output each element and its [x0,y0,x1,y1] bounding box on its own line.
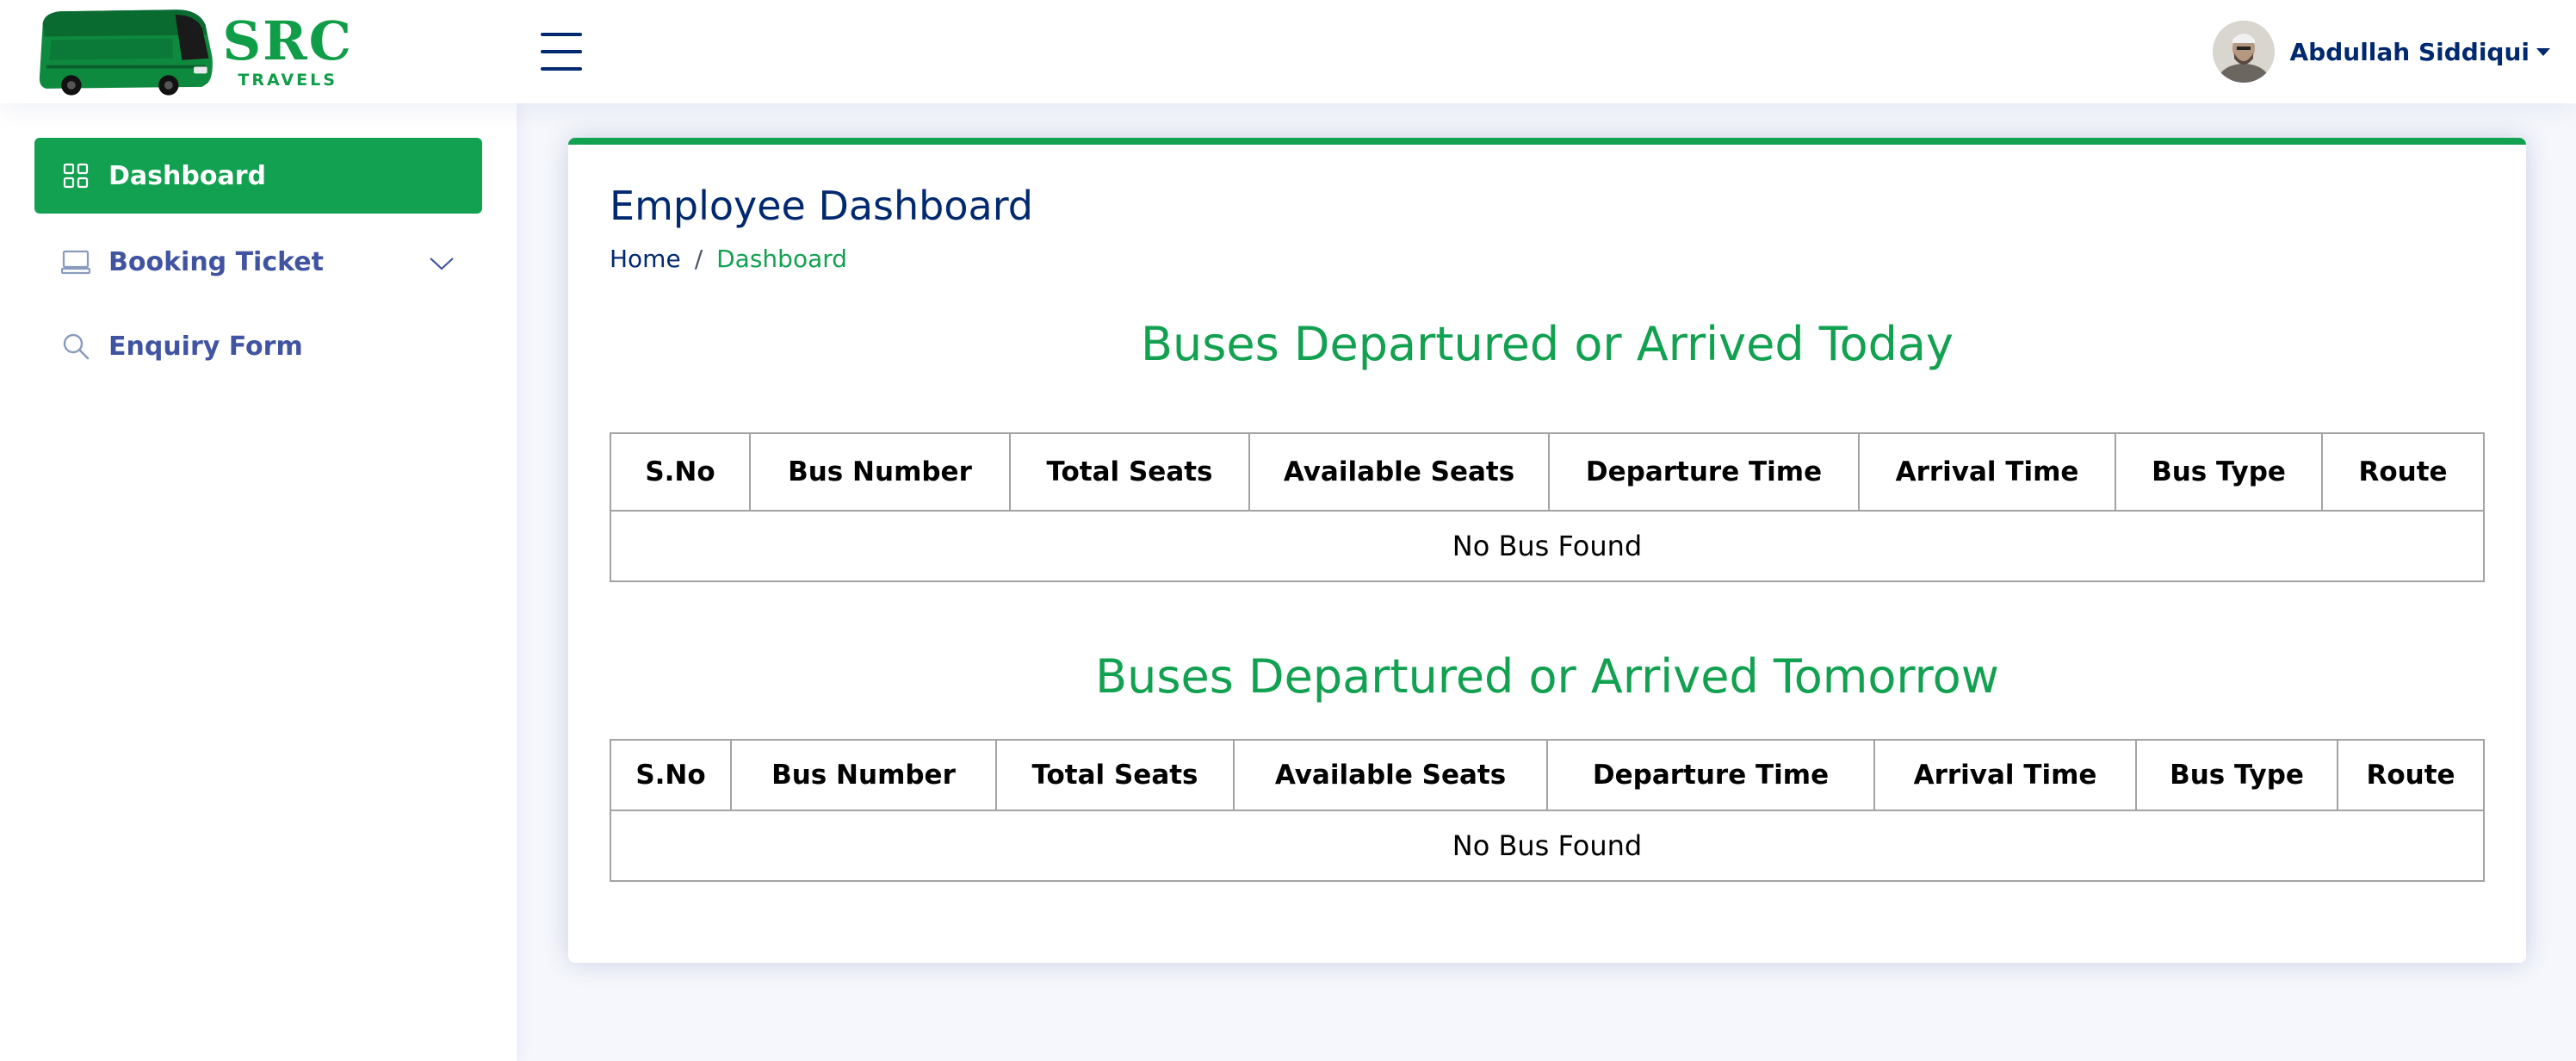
avatar [2212,21,2275,83]
caret-down-icon [2536,47,2550,56]
breadcrumb-current: Dashboard [716,245,848,273]
sidebar-item-label: Dashboard [108,160,266,191]
column-header[interactable]: Route [2337,739,2485,811]
page-title: Employee Dashboard [610,183,1034,229]
bus-logo-icon [39,9,213,96]
column-header[interactable]: Available Seats [1248,432,1550,512]
brand-subtitle: TRAVELS [238,71,337,90]
user-profile-menu[interactable]: Abdullah Siddiqui [2212,19,2550,84]
search-icon [60,331,91,362]
menu-bar [541,33,582,36]
menu-bar [541,50,582,53]
column-header[interactable]: Available Seats [1233,739,1548,811]
table-header-row: S.No Bus Number Total Seats Available Se… [610,739,2485,811]
breadcrumb-home-link[interactable]: Home [610,245,681,273]
empty-state-message: No Bus Found [610,810,2485,882]
menu-bar [541,67,582,71]
section-title-tomorrow: Buses Departured or Arrived Tomorrow [1095,649,1999,704]
brand-text: SRC TRAVELS [222,14,353,90]
column-header[interactable]: Bus Number [749,432,1011,512]
sidebar-item-enquiry-form[interactable]: Enquiry Form [34,308,482,384]
column-header[interactable]: S.No [610,432,751,512]
menu-toggle-icon[interactable] [541,33,582,71]
column-header[interactable]: S.No [610,739,732,811]
column-header[interactable]: Total Seats [995,739,1235,811]
column-header[interactable]: Route [2321,432,2485,512]
brand-name: SRC [222,9,353,72]
column-header[interactable]: Bus Type [2135,739,2338,811]
chevron-down-icon [429,248,455,278]
brand-logo[interactable]: SRC TRAVELS [34,3,353,100]
section-title-today: Buses Departured or Arrived Today [1141,317,1954,371]
empty-state-message: No Bus Found [610,510,2485,582]
dashboard-card: Employee Dashboard Home / Dashboard Buse… [568,138,2526,963]
buses-tomorrow-table: S.No Bus Number Total Seats Available Se… [610,739,2485,882]
column-header[interactable]: Departure Time [1546,739,1875,811]
breadcrumb-separator: / [694,245,703,273]
column-header[interactable]: Total Seats [1009,432,1250,512]
user-name: Abdullah Siddiqui [2289,37,2530,66]
grid-icon [60,160,91,191]
sidebar-item-label: Enquiry Form [108,331,303,362]
column-header[interactable]: Arrival Time [1873,739,2137,811]
buses-today-table: S.No Bus Number Total Seats Available Se… [610,432,2485,582]
table-row: No Bus Found [610,810,2485,882]
column-header[interactable]: Arrival Time [1858,432,2116,512]
column-header[interactable]: Bus Number [730,739,997,811]
column-header[interactable]: Departure Time [1548,432,1860,512]
sidebar: Dashboard Booking Ticket Enquiry Form [0,103,517,1061]
user-photo-icon [2212,21,2275,83]
top-header: SRC TRAVELS Abdullah Siddiqui [0,0,2576,103]
column-header[interactable]: Bus Type [2115,432,2323,512]
sidebar-item-label: Booking Ticket [108,246,324,277]
breadcrumb: Home / Dashboard [610,245,847,273]
sidebar-item-dashboard[interactable]: Dashboard [34,138,482,214]
laptop-icon [60,246,91,277]
table-row: No Bus Found [610,510,2485,582]
sidebar-item-booking-ticket[interactable]: Booking Ticket [34,224,482,300]
table-header-row: S.No Bus Number Total Seats Available Se… [610,432,2485,512]
